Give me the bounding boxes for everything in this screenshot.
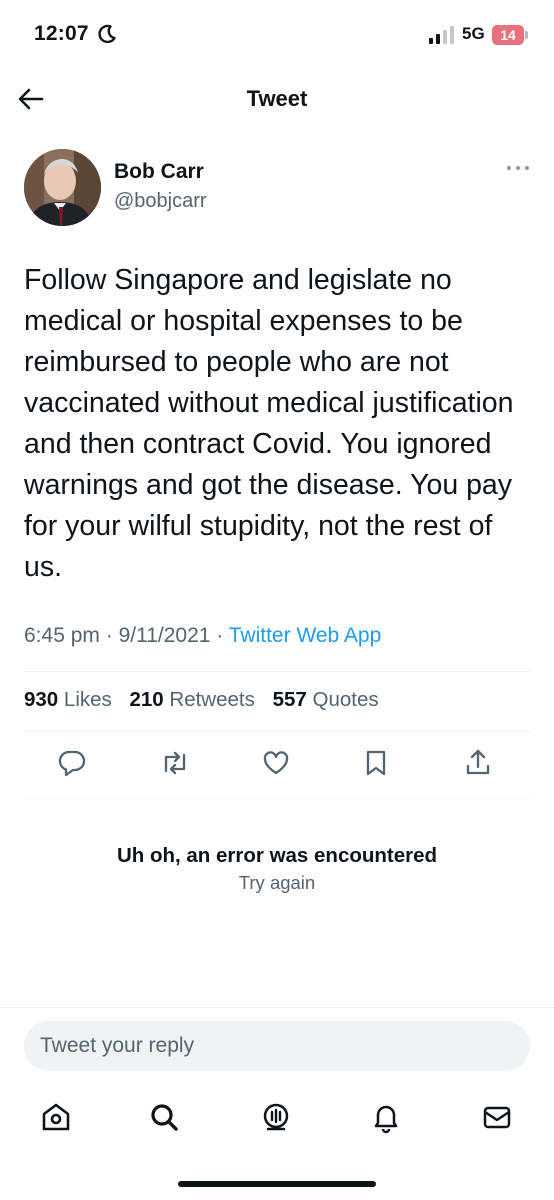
messages-icon <box>483 1106 511 1129</box>
like-button[interactable] <box>259 746 293 780</box>
meta-separator: · <box>216 624 224 647</box>
retweets-label: Retweets <box>169 688 255 711</box>
page-title: Tweet <box>246 86 308 111</box>
retweets-count: 210 <box>129 688 164 711</box>
divider <box>24 671 530 672</box>
nav-home[interactable] <box>39 1100 73 1134</box>
bookmark-icon <box>366 750 386 776</box>
author-handle[interactable]: @bobjcarr <box>114 190 207 213</box>
nav-search[interactable] <box>147 1100 181 1134</box>
tweet-meta: 6:45 pm · 9/11/2021 · Twitter Web App <box>24 624 381 648</box>
search-icon <box>151 1104 178 1131</box>
retweet-icon <box>164 751 186 775</box>
retweets-stat[interactable]: 210 Retweets <box>129 688 254 711</box>
quotes-label: Quotes <box>312 688 379 711</box>
tweet-date: 9/11/2021 <box>118 624 211 647</box>
avatar[interactable] <box>24 149 101 226</box>
error-message: Uh oh, an error was encountered <box>116 844 438 867</box>
more-horizontal-icon[interactable] <box>506 163 530 173</box>
likes-stat[interactable]: 930 Likes <box>24 688 112 711</box>
tweet-stats: 930 Likes 210 Retweets 557 Quotes <box>24 688 379 712</box>
likes-count: 930 <box>24 688 59 711</box>
avatar-photo <box>24 149 101 226</box>
status-time: 12:07 <box>34 22 89 45</box>
divider <box>24 731 530 732</box>
notifications-icon <box>374 1105 398 1134</box>
signal-bars-icon <box>429 26 454 44</box>
nav-messages[interactable] <box>480 1100 514 1134</box>
nav-spaces[interactable] <box>259 1100 293 1134</box>
tweet-source-link[interactable]: Twitter Web App <box>229 624 382 647</box>
reply-placeholder: Tweet your reply <box>40 1034 195 1057</box>
quotes-count: 557 <box>272 688 307 711</box>
author-name[interactable]: Bob Carr <box>114 160 204 184</box>
like-icon <box>263 751 289 775</box>
tweet-text: Follow Singapore and legislate no medica… <box>24 264 514 583</box>
share-button[interactable] <box>461 746 495 780</box>
home-icon <box>42 1103 70 1131</box>
try-again-button[interactable]: Try again <box>0 872 554 894</box>
battery-tip <box>525 31 528 39</box>
meta-separator: · <box>105 624 113 647</box>
divider <box>0 1007 554 1008</box>
moon-icon <box>98 24 116 44</box>
network-type: 5G <box>462 24 485 43</box>
bookmark-button[interactable] <box>359 746 393 780</box>
battery-level: 14 <box>492 25 524 45</box>
reply-icon <box>58 750 86 777</box>
tweet-time: 6:45 pm <box>24 624 100 647</box>
reply-button[interactable] <box>55 746 89 780</box>
nav-notifications[interactable] <box>369 1100 403 1134</box>
likes-label: Likes <box>63 688 112 711</box>
retweet-button[interactable] <box>158 746 192 780</box>
spaces-icon <box>263 1103 289 1131</box>
divider <box>24 798 530 799</box>
home-indicator <box>178 1181 376 1187</box>
share-icon <box>466 749 490 775</box>
quotes-stat[interactable]: 557 Quotes <box>273 688 379 711</box>
